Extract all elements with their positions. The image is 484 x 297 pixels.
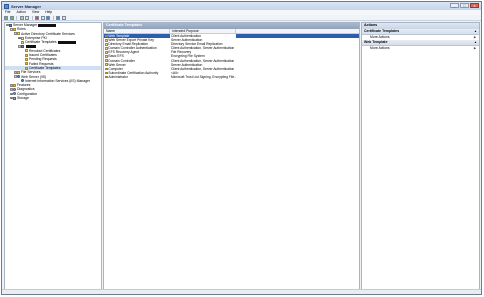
toolbar-separator <box>31 15 33 20</box>
forward-icon[interactable] <box>9 15 14 20</box>
actions-section-title: Certificate Templates <box>364 28 400 33</box>
view-icon[interactable] <box>61 15 66 20</box>
back-icon[interactable] <box>4 15 8 20</box>
action-label: More Actions <box>370 45 390 50</box>
toolbar-separator <box>52 15 54 20</box>
action-label: More Actions <box>370 34 390 39</box>
refresh-icon[interactable] <box>46 15 50 20</box>
toolbar-separator <box>16 15 17 20</box>
actions-pane: Actions Certificate Templates ▲ More Actio… <box>361 22 480 290</box>
intended-purpose: Microsoft Trust List Signing, Encrypting… <box>171 74 236 79</box>
tree-node[interactable]: + Storage <box>5 96 101 100</box>
server-manager-window: Server Manager _ □ x File Action View He… <box>1 1 482 295</box>
gear-icon <box>13 88 17 92</box>
folder-icon <box>13 27 17 31</box>
template-name: Administrator <box>108 74 128 79</box>
globe-icon <box>17 75 21 79</box>
actions-section-title: Web Template <box>364 39 388 44</box>
folder-icon <box>13 83 17 87</box>
folder-icon <box>25 66 29 70</box>
show-hide-tree-icon[interactable] <box>25 15 29 20</box>
minimize-button[interactable]: _ <box>450 3 459 8</box>
globe-icon <box>21 79 25 83</box>
redacted-text <box>38 23 57 27</box>
toolbar <box>2 15 481 21</box>
cert-icon <box>21 36 25 40</box>
status-bar <box>2 289 481 294</box>
folder-icon <box>25 62 29 66</box>
server-icon <box>21 45 25 49</box>
folder-icon <box>25 49 29 53</box>
folder-icon <box>25 53 29 57</box>
server-icon <box>9 23 13 27</box>
title-bar[interactable]: Server Manager _ □ x <box>2 2 481 10</box>
cert-icon <box>21 40 25 44</box>
folder-icon <box>17 70 21 74</box>
column-intended-purpose[interactable]: Intended Purpose <box>170 28 236 33</box>
details-pane: Certificate Templates Name Intended Purp… <box>103 22 360 290</box>
table-row[interactable]: Administrator Microsoft Trust List Signin… <box>104 75 359 79</box>
collapse-section-icon[interactable]: ▲ <box>474 29 477 34</box>
close-button[interactable]: x <box>470 3 479 8</box>
help-icon[interactable] <box>56 15 60 20</box>
redacted-text <box>57 40 76 44</box>
properties-icon[interactable] <box>40 15 45 20</box>
template-list: Web Template Client Authentication Web Ser… <box>104 34 359 79</box>
gear-icon <box>13 92 17 96</box>
up-folder-icon[interactable] <box>19 15 24 20</box>
redacted-text <box>25 45 36 49</box>
window-title: Server Manager <box>11 3 42 9</box>
collapse-section-icon[interactable]: ▲ <box>474 40 477 45</box>
maximize-button[interactable]: □ <box>460 3 469 8</box>
column-name[interactable]: Name <box>104 28 170 33</box>
delete-icon[interactable] <box>35 15 39 20</box>
submenu-arrow-icon: ▶ <box>473 45 476 50</box>
server-manager-icon <box>4 3 9 9</box>
folder-icon <box>25 57 29 61</box>
navigation-tree[interactable]: - Server Manager - Roles - Active Directory C… <box>4 22 102 290</box>
tree-node-label: Storage <box>16 96 29 101</box>
more-actions-link[interactable]: More Actions ▶ <box>362 46 479 51</box>
disk-icon <box>13 96 17 100</box>
cert-icon <box>17 32 21 36</box>
